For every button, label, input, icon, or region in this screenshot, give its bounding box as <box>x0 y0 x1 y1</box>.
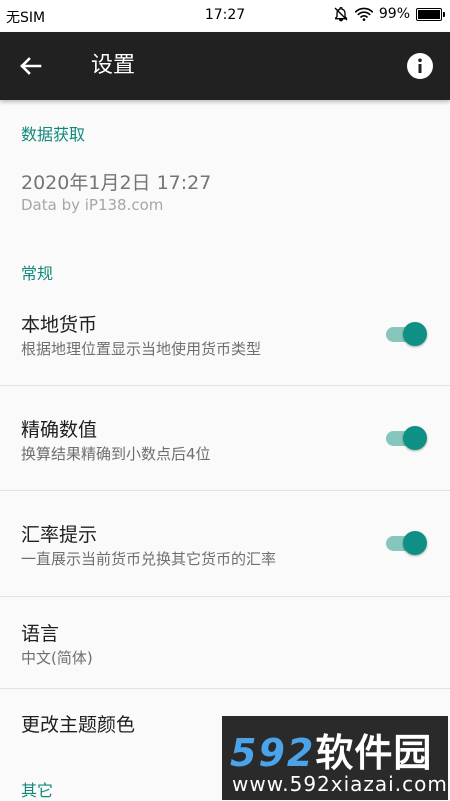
section-header-general: 常规 <box>21 264 54 283</box>
data-update-time: 2020年1月2日 17:27 <box>21 172 212 194</box>
divider <box>0 688 450 689</box>
page-title: 设置 <box>91 53 136 78</box>
watermark-url: www.592xiazai.com <box>232 772 448 796</box>
precision-toggle[interactable] <box>384 424 428 452</box>
rate-hint-title: 汇率提示 <box>21 524 98 546</box>
status-bar: 无SIM 17:27 99% <box>0 0 450 32</box>
toggle-thumb <box>403 531 427 555</box>
wifi-icon <box>354 7 373 21</box>
watermark-brand-number: 592 <box>230 731 316 775</box>
local-currency-title: 本地货币 <box>21 314 98 336</box>
watermark-logo: 592软件园 www.592xiazai.com <box>222 716 448 800</box>
precision-subtitle: 换算结果精确到小数点后4位 <box>21 445 211 463</box>
info-icon[interactable] <box>406 52 434 80</box>
toggle-thumb <box>403 426 427 450</box>
watermark-brand: 592软件园 <box>230 722 432 777</box>
section-header-other: 其它 <box>21 781 54 800</box>
status-icons: 99% <box>333 6 445 22</box>
data-source: Data by iP138.com <box>21 196 164 214</box>
divider <box>0 490 450 491</box>
battery-icon <box>416 7 445 21</box>
rate-hint-toggle[interactable] <box>384 529 428 557</box>
arrow-left-icon[interactable] <box>14 50 46 82</box>
language-value: 中文(简体) <box>21 649 93 667</box>
toggle-thumb <box>403 322 427 346</box>
watermark-brand-text: 软件园 <box>315 731 433 775</box>
theme-title: 更改主题颜色 <box>21 714 136 736</box>
divider <box>0 596 450 597</box>
divider <box>0 385 450 386</box>
precision-title: 精确数值 <box>21 419 98 441</box>
section-header-data: 数据获取 <box>21 125 86 144</box>
local-currency-subtitle: 根据地理位置显示当地使用货币类型 <box>21 340 262 358</box>
battery-percent: 99% <box>378 6 410 22</box>
battery-fill <box>418 9 440 19</box>
app-bar: 设置 <box>0 32 450 100</box>
rate-hint-subtitle: 一直展示当前货币兑换其它货币的汇率 <box>21 550 277 568</box>
bell-off-icon <box>334 6 348 22</box>
language-title: 语言 <box>21 623 60 645</box>
local-currency-toggle[interactable] <box>384 320 428 348</box>
